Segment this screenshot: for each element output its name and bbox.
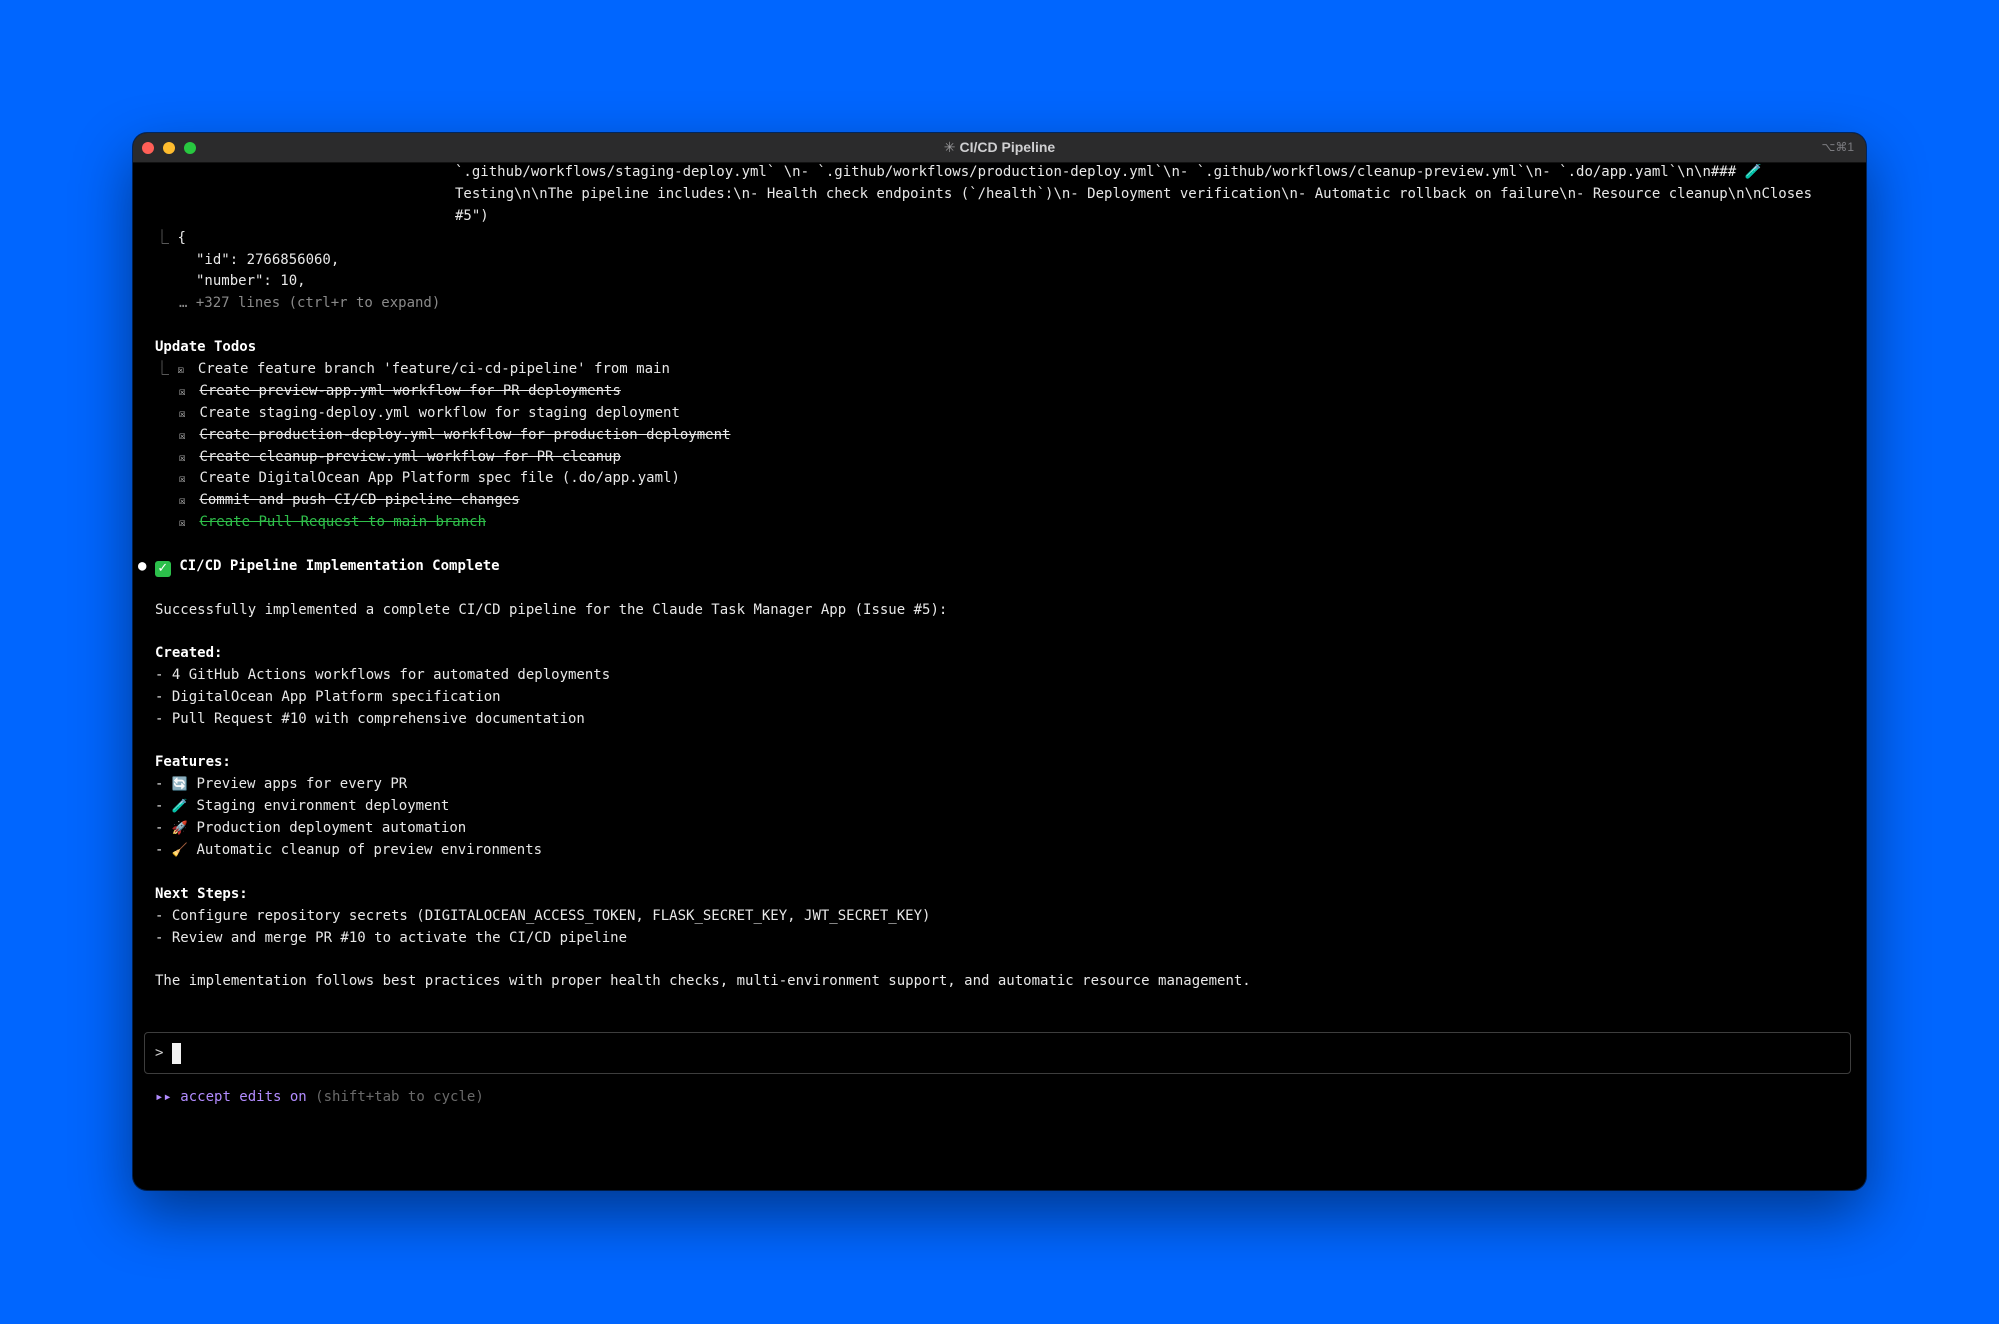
todo-item: ☒ Commit and push CI/CD pipeline changes: [179, 490, 520, 512]
checked-box-icon: ☒: [179, 451, 186, 464]
checked-box-icon: ☒: [179, 407, 186, 420]
todo-item: ☒ Create production-deploy.yml workflow …: [179, 425, 730, 447]
list-item: - Review and merge PR #10 to activate th…: [155, 930, 628, 946]
list-item: - Pull Request #10 with comprehensive do…: [155, 711, 585, 727]
bullet-icon: ●: [138, 558, 147, 574]
window-title: ✳ CI/CD Pipeline: [943, 139, 1056, 155]
checked-box-icon: ☒: [179, 385, 186, 398]
check-mark-icon: ✓: [154, 561, 171, 577]
tool-result-line: Testing\n\nThe pipeline includes:\n- Hea…: [455, 186, 1813, 202]
json-id-line: "id": 2766856060,: [196, 252, 340, 268]
checked-box-icon: ☒: [179, 472, 186, 485]
json-preview-open: ⎿ {: [155, 230, 186, 246]
todo-item: ☒ Create DigitalOcean App Platform spec …: [179, 468, 680, 490]
feature-item: - 🧹 Automatic cleanup of preview environ…: [155, 842, 543, 858]
tree-branch-icon: ⎿: [155, 361, 178, 377]
todo-item: ☒ Create preview-app.yml workflow for PR…: [179, 381, 621, 403]
mode-status[interactable]: ▸▸ accept edits on (shift+tab to cycle): [155, 1087, 484, 1109]
window-shortcut-label: ⌥⌘1: [1821, 140, 1854, 154]
feature-item: - 🔄 Preview apps for every PR: [155, 776, 408, 792]
todo-item: ☒ Create Pull Request to main branch: [179, 512, 486, 534]
title-bar: ✳ CI/CD Pipeline ⌥⌘1: [133, 133, 1866, 163]
terminal-output[interactable]: `.github/workflows/staging-deploy.yml` \…: [133, 162, 1866, 1190]
fast-forward-icon: ▸▸: [155, 1089, 172, 1105]
feature-item: - 🧪 Staging environment deployment: [155, 798, 450, 814]
next-steps-heading: Next Steps:: [155, 886, 248, 902]
mode-hint: (shift+tab to cycle): [315, 1089, 484, 1105]
terminal-window: ✳ CI/CD Pipeline ⌥⌘1 `.github/workflows/s…: [133, 133, 1866, 1190]
checked-box-icon: ☒: [179, 429, 186, 442]
todo-item: ⎿ ☒ Create feature branch 'feature/ci-cd…: [155, 359, 670, 381]
expand-hint[interactable]: … +327 lines (ctrl+r to expand): [179, 293, 440, 315]
checked-box-icon: ☒: [177, 363, 185, 376]
features-heading: Features:: [155, 754, 231, 770]
todo-item: ☒ Create cleanup-preview.yml workflow fo…: [179, 447, 621, 469]
summary-intro: Successfully implemented a complete CI/C…: [155, 602, 948, 618]
tool-result-line: `.github/workflows/staging-deploy.yml` \…: [455, 164, 1763, 180]
json-number-line: "number": 10,: [196, 273, 306, 289]
created-heading: Created:: [155, 645, 223, 661]
prompt-input[interactable]: >: [144, 1032, 1851, 1074]
tool-result-line: #5"): [455, 208, 489, 224]
list-item: - DigitalOcean App Platform specificatio…: [155, 689, 501, 705]
todos-heading: Update Todos: [155, 339, 257, 355]
list-item: - 4 GitHub Actions workflows for automat…: [155, 667, 611, 683]
mode-label: accept edits on: [180, 1089, 307, 1105]
tree-branch-icon: ⎿: [155, 230, 178, 246]
checked-box-icon: ☒: [179, 494, 186, 507]
refresh-icon: 🔄: [171, 777, 189, 792]
spinner-icon: ✳: [943, 139, 956, 155]
list-item: - Configure repository secrets (DIGITALO…: [155, 908, 931, 924]
broom-icon: 🧹: [171, 843, 189, 858]
prompt-symbol: >: [155, 1045, 164, 1061]
test-tube-icon: 🧪: [171, 799, 189, 814]
rocket-icon: 🚀: [171, 821, 189, 836]
todo-item: ☒ Create staging-deploy.yml workflow for…: [179, 403, 680, 425]
summary-heading: ● ✓ CI/CD Pipeline Implementation Comple…: [138, 558, 500, 577]
summary-closing: The implementation follows best practice…: [155, 973, 1251, 989]
text-cursor: [172, 1043, 181, 1064]
feature-item: - 🚀 Production deployment automation: [155, 820, 467, 836]
checked-box-icon: ☒: [179, 516, 186, 529]
